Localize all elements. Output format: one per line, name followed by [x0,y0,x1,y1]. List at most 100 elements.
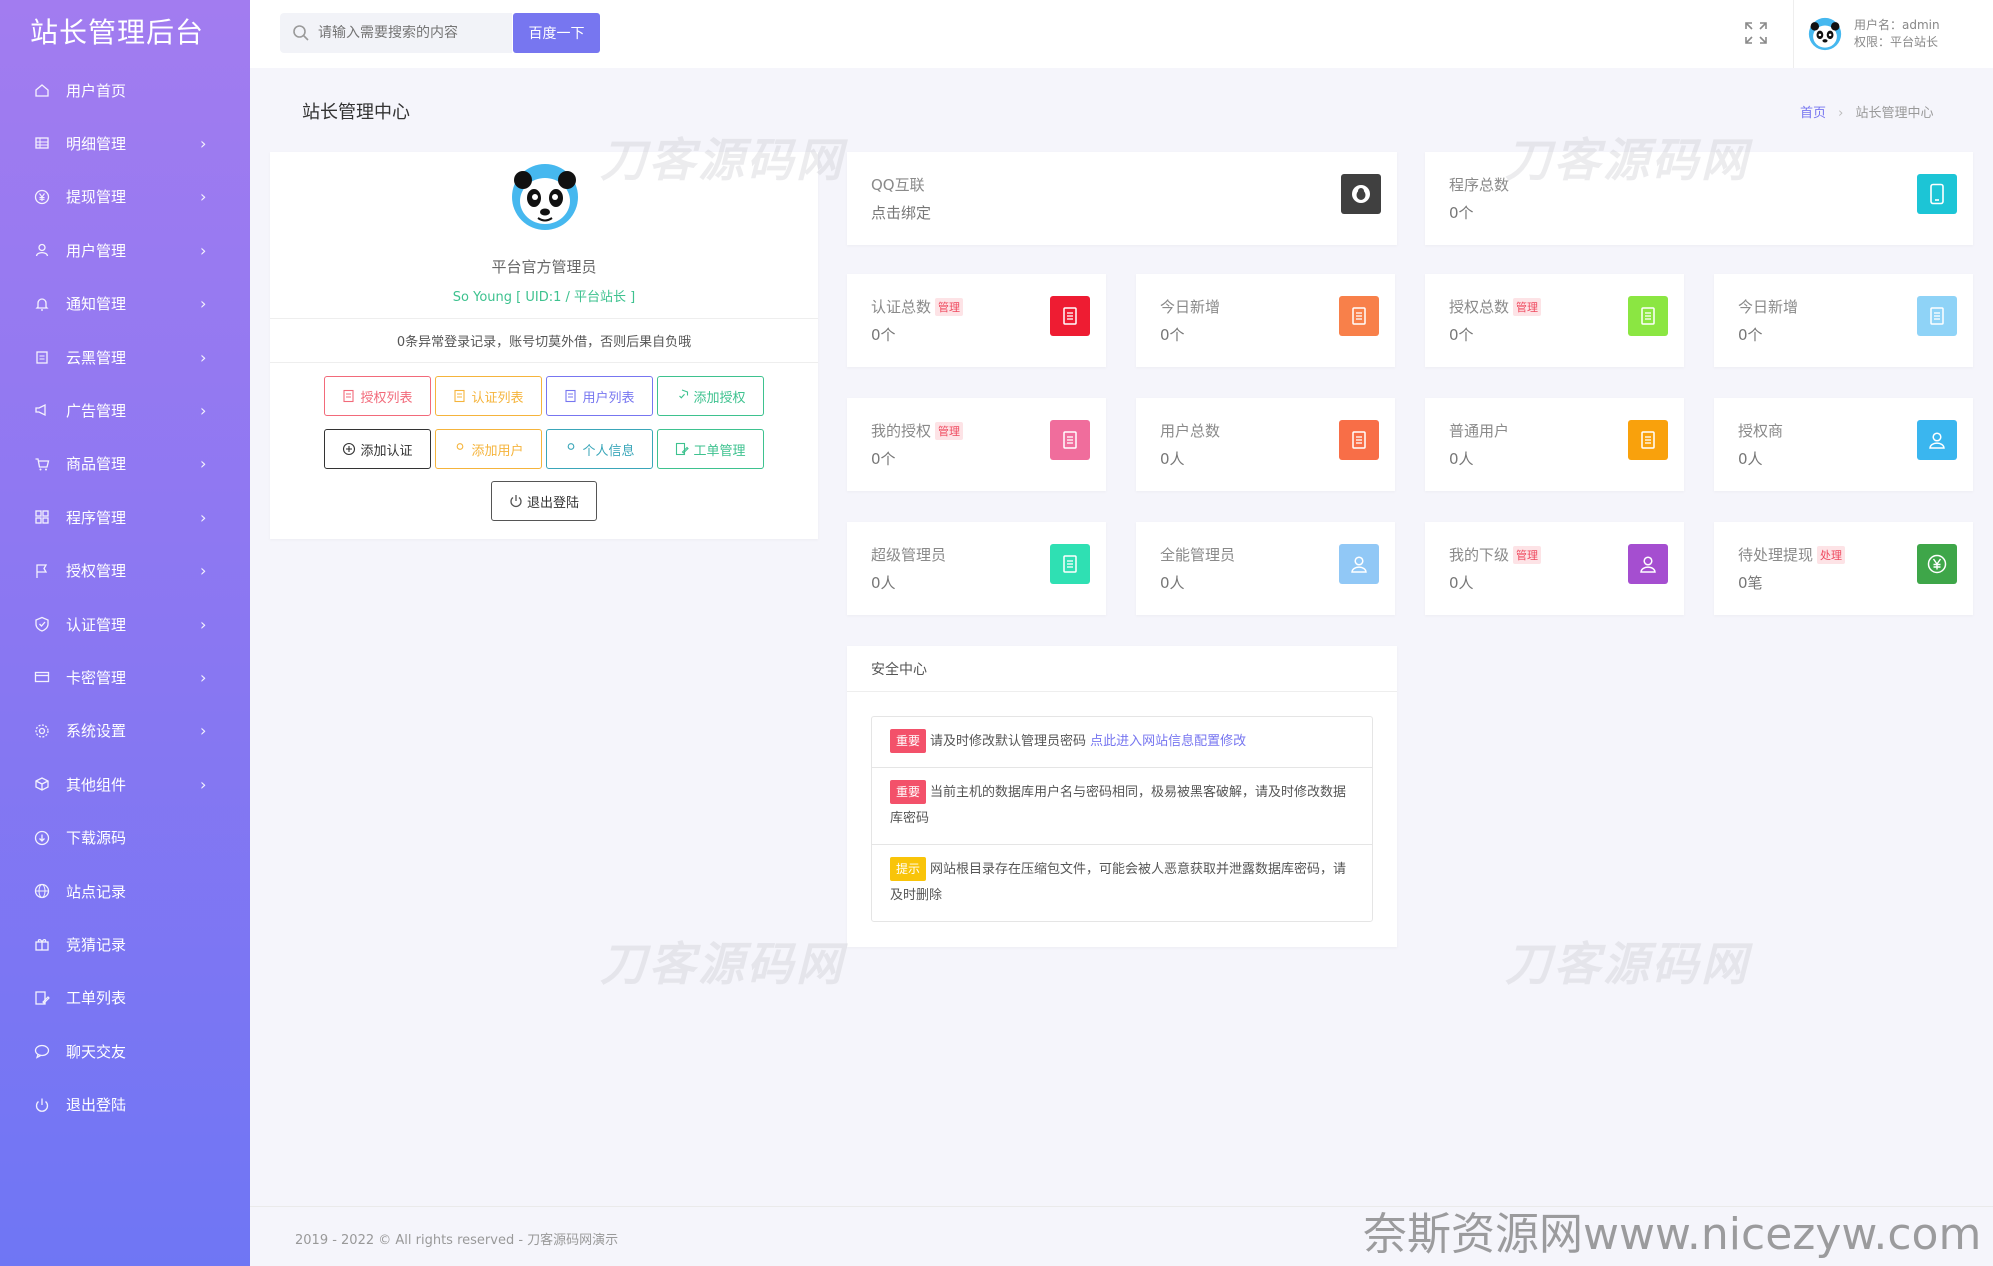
sidebar-item[interactable]: 商品管理 › [0,444,250,484]
stat-card[interactable]: 全能管理员 0人 [1136,522,1395,615]
profile-action-button[interactable]: 添加用户 [435,429,542,469]
stat-card[interactable]: 我的下级 管理 0人 [1425,522,1684,615]
sidebar-item[interactable]: 其他组件 › [0,764,250,804]
file-icon [1339,296,1379,336]
stat-card[interactable]: 待处理提现 处理 0笔 [1714,522,1973,615]
sidebar-item[interactable]: 用户管理 › [0,230,250,270]
sidebar-item-label: 卡密管理 [66,668,127,687]
search-input[interactable] [318,25,498,41]
stat-badge[interactable]: 管理 [1513,545,1542,564]
sidebar-item[interactable]: 聊天交友 [0,1031,250,1071]
profile-action-button[interactable]: 认证列表 [435,376,542,416]
profile-action-button[interactable]: 添加授权 [657,376,764,416]
security-title: 安全中心 [847,646,1397,692]
sidebar-item[interactable]: 提现管理 › [0,177,250,217]
stat-card[interactable]: 超级管理员 0人 [847,522,1106,615]
sidebar-item-label: 竞猜记录 [66,935,127,954]
stat-card[interactable]: 用户总数 0人 [1136,398,1395,491]
profile-action-button[interactable]: 工单管理 [657,429,764,469]
profile-avatar [510,162,580,232]
file-icon [1628,420,1668,460]
sidebar-item[interactable]: 广告管理 › [0,390,250,430]
user-icon [564,442,578,456]
stat-card[interactable]: 普通用户 0人 [1425,398,1684,491]
profile-action-button[interactable]: 添加认证 [324,429,431,469]
file-icon [453,389,467,403]
gift-icon [32,936,52,952]
stat-value: 0个 [1449,326,1474,344]
search-button[interactable]: 百度一下 [513,13,600,53]
sidebar-item[interactable]: 授权管理 › [0,551,250,591]
stat-badge[interactable]: 管理 [935,297,964,316]
stat-title: 待处理提现 [1738,546,1814,564]
stat-card[interactable]: 我的授权 管理 0个 [847,398,1106,491]
file-icon [1050,420,1090,460]
sidebar-item-label: 明细管理 [66,134,127,153]
stat-card[interactable]: 认证总数 管理 0个 [847,274,1106,367]
sidebar-item[interactable]: 认证管理 › [0,604,250,644]
sidebar-item[interactable]: 程序管理 › [0,497,250,537]
sidebar-item-label: 授权管理 [66,562,127,581]
stat-badge[interactable]: 处理 [1817,545,1846,564]
profile-action-label: 添加授权 [693,390,746,406]
profile-action-label: 认证列表 [471,390,524,406]
sidebar-item[interactable]: 明细管理 › [0,123,250,163]
qq-bind-card[interactable]: QQ互联 点击绑定 [847,152,1397,245]
logout-button[interactable]: 退出登陆 [491,481,597,521]
sidebar-item-label: 商品管理 [66,455,127,474]
profile-action-button[interactable]: 用户列表 [546,376,653,416]
chevron-right-icon: › [200,240,207,260]
stat-card[interactable]: 今日新增 0个 [1714,274,1973,367]
security-text: 请及时修改默认管理员密码 [930,734,1091,749]
sidebar-item-label: 通知管理 [66,295,127,314]
stat-card[interactable]: 今日新增 0个 [1136,274,1395,367]
sidebar-item[interactable]: 通知管理 › [0,284,250,324]
yen-icon [32,189,52,205]
user-menu[interactable]: 用户名：admin 权限：平台站长 [1793,0,1989,68]
program-card-value: 0个 [1449,204,1474,222]
site-watermark: 奈斯资源网www.nicezyw.com [1363,1209,1982,1260]
stat-card[interactable]: 授权商 0人 [1714,398,1973,491]
sidebar: 站长管理后台 用户首页 明细管理 › 提现管理 › 用户管理 › 通知管理 › 云黑管理 › 广告管理… [0,0,250,1266]
breadcrumb-home[interactable]: 首页 [1800,106,1826,121]
user-icon [1339,544,1379,584]
tablet-icon [1917,174,1957,214]
flag-icon [32,563,52,579]
cart-icon [32,456,52,472]
divider [270,362,818,363]
sidebar-item[interactable]: 系统设置 › [0,711,250,751]
file-icon [1339,420,1379,460]
security-config-link[interactable]: 点此进入网站信息配置修改 [1090,734,1246,749]
profile-action-label: 添加用户 [471,443,524,459]
sidebar-item[interactable]: 站点记录 [0,871,250,911]
sidebar-item[interactable]: 退出登陆 [0,1085,250,1125]
file-icon [564,389,578,403]
chevron-right-icon: › [200,347,207,367]
stat-value: 0个 [871,326,896,344]
yen-icon [1917,544,1957,584]
sidebar-item-label: 退出登陆 [66,1096,127,1115]
security-tag: 提示 [890,857,927,881]
stat-value: 0笔 [1738,574,1763,592]
fullscreen-icon[interactable] [1743,20,1769,46]
qq-card-title: QQ互联 [871,176,925,194]
stat-badge[interactable]: 管理 [1513,297,1542,316]
plus-circle-icon [342,442,356,456]
power-icon [32,1097,52,1113]
stat-card[interactable]: 授权总数 管理 0个 [1425,274,1684,367]
security-text: 网站根目录存在压缩包文件，可能会被人恶意获取并泄露数据库密码，请及时删除 [890,862,1347,903]
profile-action-button[interactable]: 个人信息 [546,429,653,469]
profile-action-button[interactable]: 授权列表 [324,376,431,416]
sidebar-item[interactable]: 工单列表 [0,978,250,1018]
sidebar-item[interactable]: 卡密管理 › [0,657,250,697]
page-title: 站长管理中心 [302,102,410,123]
sidebar-item[interactable]: 用户首页 [0,70,250,110]
sidebar-item[interactable]: 云黑管理 › [0,337,250,377]
chevron-right-icon: › [200,774,207,794]
stat-title: 普通用户 [1449,422,1510,440]
stat-badge[interactable]: 管理 [935,421,964,440]
chevron-right-icon: › [200,561,207,581]
sidebar-item[interactable]: 竞猜记录 [0,924,250,964]
megaphone-icon [32,402,52,418]
sidebar-item[interactable]: 下载源码 [0,818,250,858]
